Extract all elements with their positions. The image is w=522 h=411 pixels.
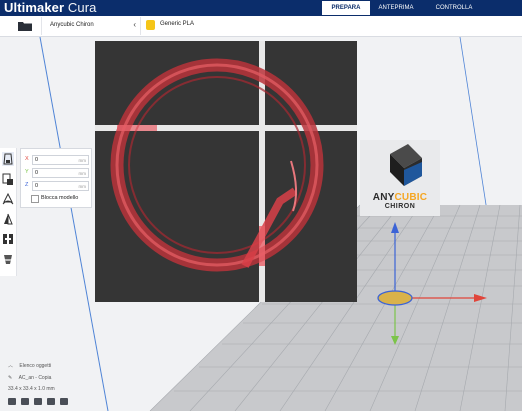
view-left-icon[interactable] xyxy=(47,398,55,405)
app-logo: Ultimaker Cura xyxy=(4,0,96,16)
view-right-icon[interactable] xyxy=(60,398,68,405)
material-spool-icon xyxy=(146,20,155,30)
brand-word-cubic: CUBIC xyxy=(394,192,428,203)
support-blocker-icon[interactable] xyxy=(2,252,14,266)
z-axis-label: Z xyxy=(25,182,29,188)
y-unit: mm xyxy=(78,171,87,176)
z-value: 0 xyxy=(35,183,39,189)
view-buttons xyxy=(8,398,73,405)
printer-brand-logo: ANYCUBIC CHIRON xyxy=(360,140,440,216)
brand-word-any: ANY xyxy=(372,192,395,203)
chevron-up-icon: ︿ xyxy=(8,363,14,369)
top-bar: Ultimaker Cura PREPARA ANTEPRIMA CONTROL… xyxy=(0,0,522,16)
printer-selector[interactable]: Anycubic Chiron ‹ xyxy=(41,17,141,35)
object-list-toggle[interactable]: ︿ Elenco oggetti xyxy=(8,362,51,369)
object-name-row: ✎ AC_an - Copia xyxy=(8,375,51,381)
rotate-tool-icon[interactable] xyxy=(2,192,14,206)
selected-model xyxy=(377,290,413,306)
print-photo-overlay xyxy=(95,41,357,302)
chevron-left-icon[interactable]: ‹ xyxy=(133,20,136,29)
y-position-input[interactable]: 0 mm xyxy=(32,168,89,178)
view-top-icon[interactable] xyxy=(34,398,42,405)
stage-tabs: PREPARA ANTEPRIMA CONTROLLA xyxy=(322,1,490,15)
open-file-icon[interactable] xyxy=(18,21,32,31)
tab-controlla[interactable]: CONTROLLA xyxy=(422,1,486,15)
scale-tool-icon[interactable] xyxy=(2,172,14,186)
tool-column xyxy=(0,148,17,276)
object-dimensions: 33.4 x 33.4 x 1.0 mm xyxy=(8,386,55,392)
move-tool-panel: X 0 mm Y 0 mm Z 0 mm Blocca modello xyxy=(20,148,92,208)
tab-prepara[interactable]: PREPARA xyxy=(322,1,370,15)
z-position-input[interactable]: 0 mm xyxy=(32,181,89,191)
lock-model-checkbox[interactable] xyxy=(31,195,39,203)
x-value: 0 xyxy=(35,157,39,163)
pencil-icon[interactable]: ✎ xyxy=(8,375,12,381)
x-position-input[interactable]: 0 mm xyxy=(32,155,89,165)
move-tool-icon[interactable] xyxy=(2,152,14,166)
lock-model-label: Blocca modello xyxy=(41,195,79,201)
object-name: AC_an - Copia xyxy=(18,375,52,381)
brand-wordmark: ANYCUBIC xyxy=(360,192,440,203)
material-label[interactable]: Generic PLA xyxy=(160,21,194,27)
printer-name: Anycubic Chiron xyxy=(50,22,94,28)
tab-anteprima[interactable]: ANTEPRIMA xyxy=(374,1,418,15)
view-3d-icon[interactable] xyxy=(8,398,16,405)
brand-model: CHIRON xyxy=(384,203,416,210)
z-unit: mm xyxy=(78,184,87,189)
y-axis-label: Y xyxy=(25,169,29,175)
object-list-header: Elenco oggetti xyxy=(19,363,52,369)
logo-product: Cura xyxy=(67,0,97,15)
x-unit: mm xyxy=(78,158,87,163)
y-value: 0 xyxy=(35,170,39,176)
logo-brand: Ultimaker xyxy=(4,0,65,15)
object-list-panel: ︿ Elenco oggetti ✎ AC_an - Copia 33.4 x … xyxy=(8,360,128,410)
x-axis-label: X xyxy=(25,156,29,162)
view-front-icon[interactable] xyxy=(21,398,29,405)
per-model-settings-icon[interactable] xyxy=(2,232,14,246)
cube-logo-icon xyxy=(390,144,422,186)
mirror-tool-icon[interactable] xyxy=(2,212,14,226)
